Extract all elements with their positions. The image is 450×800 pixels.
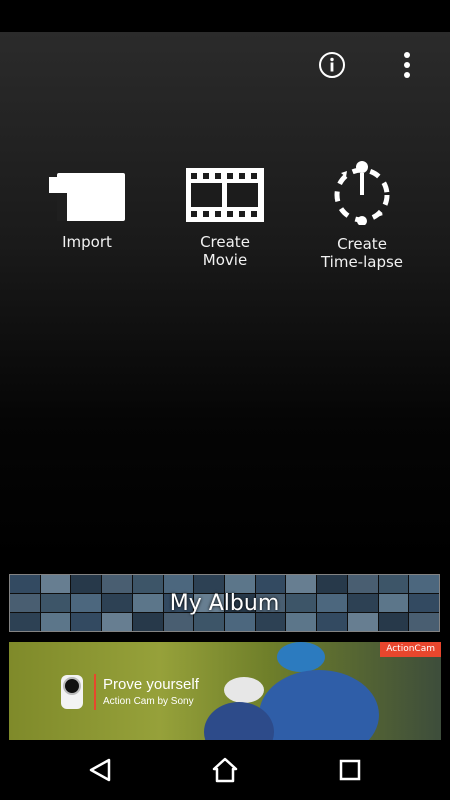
navigation-bar	[0, 740, 450, 800]
more-vert-icon[interactable]	[390, 48, 424, 82]
recents-icon[interactable]	[336, 756, 364, 784]
film-strip-icon	[186, 168, 264, 222]
rider-helmet-image	[277, 642, 325, 672]
back-icon[interactable]	[86, 756, 114, 784]
ad-subtitle: Action Cam by Sony	[103, 696, 194, 707]
info-icon[interactable]	[315, 48, 349, 82]
create-movie-button[interactable]: Create Movie	[155, 165, 295, 269]
rider-image	[259, 670, 379, 740]
actioncam-badge: ActionCam	[380, 642, 441, 657]
create-movie-label: Create Movie	[200, 233, 250, 269]
rider-image	[224, 677, 264, 703]
time-lapse-icon	[334, 161, 390, 225]
camera-lens-icon	[63, 677, 81, 695]
ad-banner[interactable]: ActionCam Prove yourself Action Cam by S…	[9, 642, 441, 740]
create-time-lapse-button[interactable]: Create Time-lapse	[292, 161, 432, 271]
create-time-lapse-label: Create Time-lapse	[320, 235, 404, 271]
ad-divider	[94, 674, 96, 710]
my-album-button[interactable]: My Album	[9, 574, 440, 632]
import-label: Import	[62, 233, 112, 251]
camera-import-icon	[49, 173, 125, 221]
home-icon[interactable]	[211, 756, 239, 784]
app-area	[0, 32, 450, 740]
import-button[interactable]: Import	[17, 165, 157, 251]
status-bar	[0, 0, 450, 32]
ad-title: Prove yourself	[103, 676, 199, 693]
